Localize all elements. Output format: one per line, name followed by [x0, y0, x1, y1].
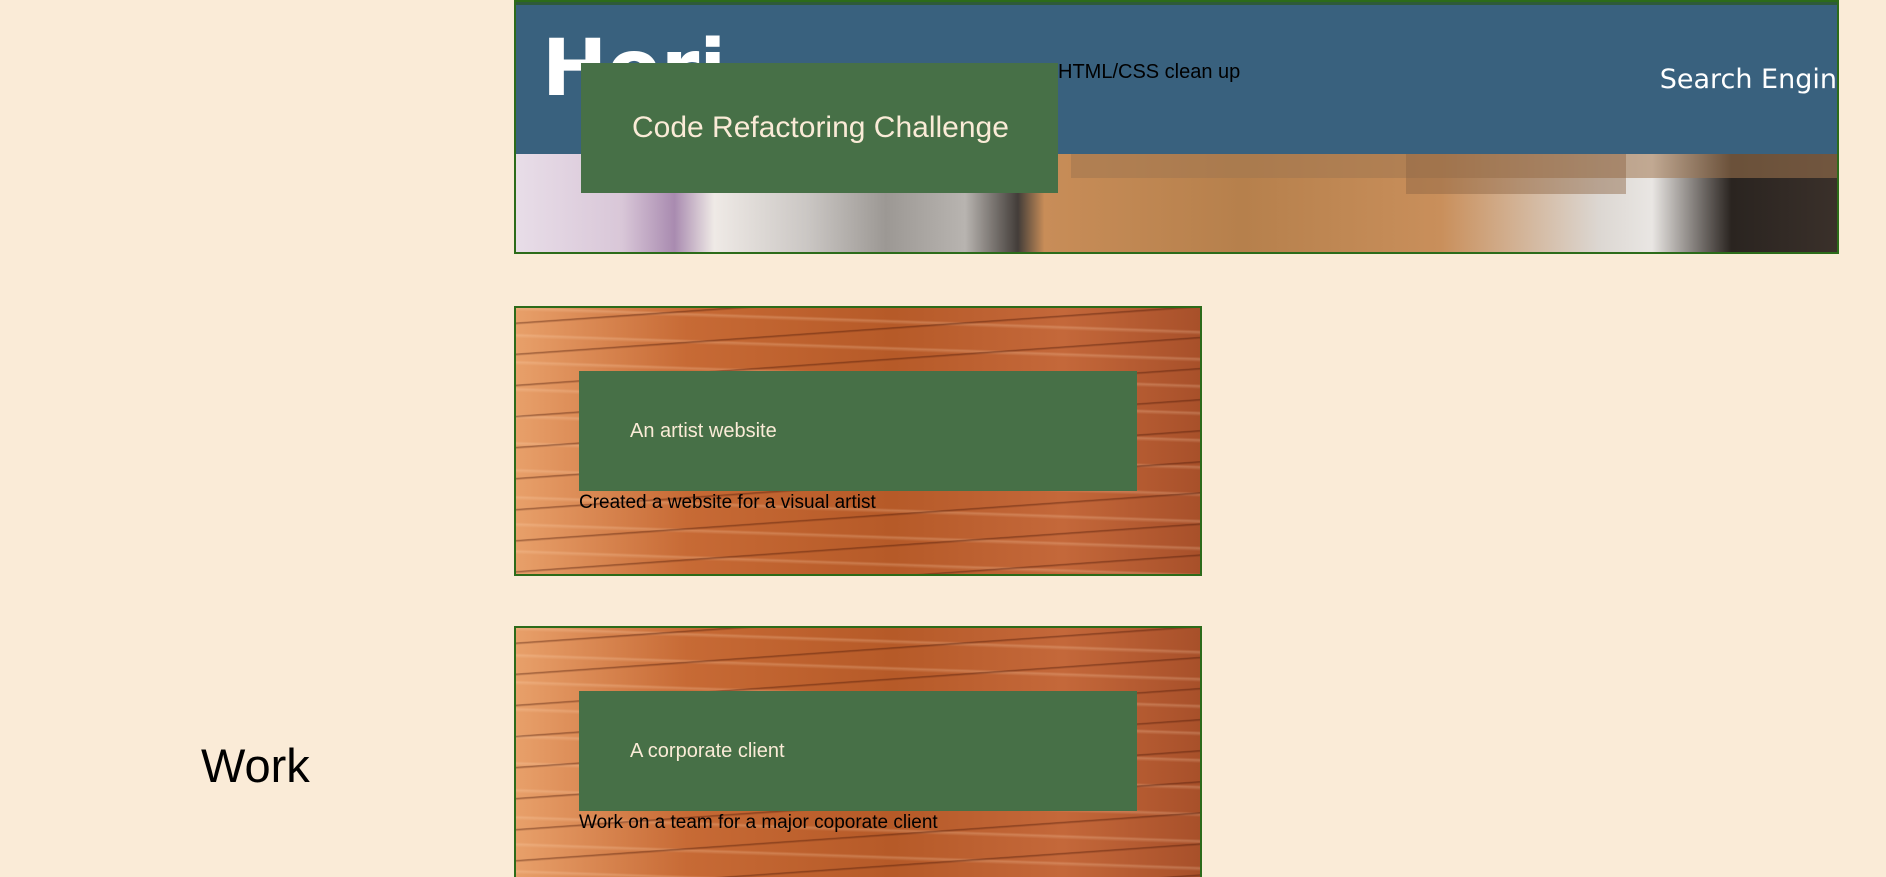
project-card[interactable]: An artist website Created a website for …: [514, 306, 1202, 576]
photo-shelf-block: [1406, 154, 1626, 194]
hero-subtitle: HTML/CSS clean up: [1058, 61, 1241, 83]
project-description: Work on a team for a major coporate clie…: [579, 812, 938, 833]
banner-top-line: [516, 2, 1837, 5]
project-description: Created a website for a visual artist: [579, 492, 876, 513]
project-title-box: An artist website: [579, 371, 1137, 491]
project-title: A corporate client: [630, 739, 785, 762]
hero-title-box: Code Refactoring Challenge: [581, 63, 1058, 193]
project-card[interactable]: A corporate client Work on a team for a …: [514, 626, 1202, 877]
banner-image-right-text: Search Engin: [1659, 64, 1837, 95]
hero-title: Code Refactoring Challenge: [632, 111, 1009, 144]
project-title: An artist website: [630, 419, 777, 442]
hero-card[interactable]: Hori Search Engin Code Refactoring Chall…: [514, 0, 1839, 254]
project-title-box: A corporate client: [579, 691, 1137, 811]
sidebar-heading: Work: [201, 739, 310, 792]
page: Work Hori Search Engin Code Refactoring …: [0, 0, 1886, 877]
